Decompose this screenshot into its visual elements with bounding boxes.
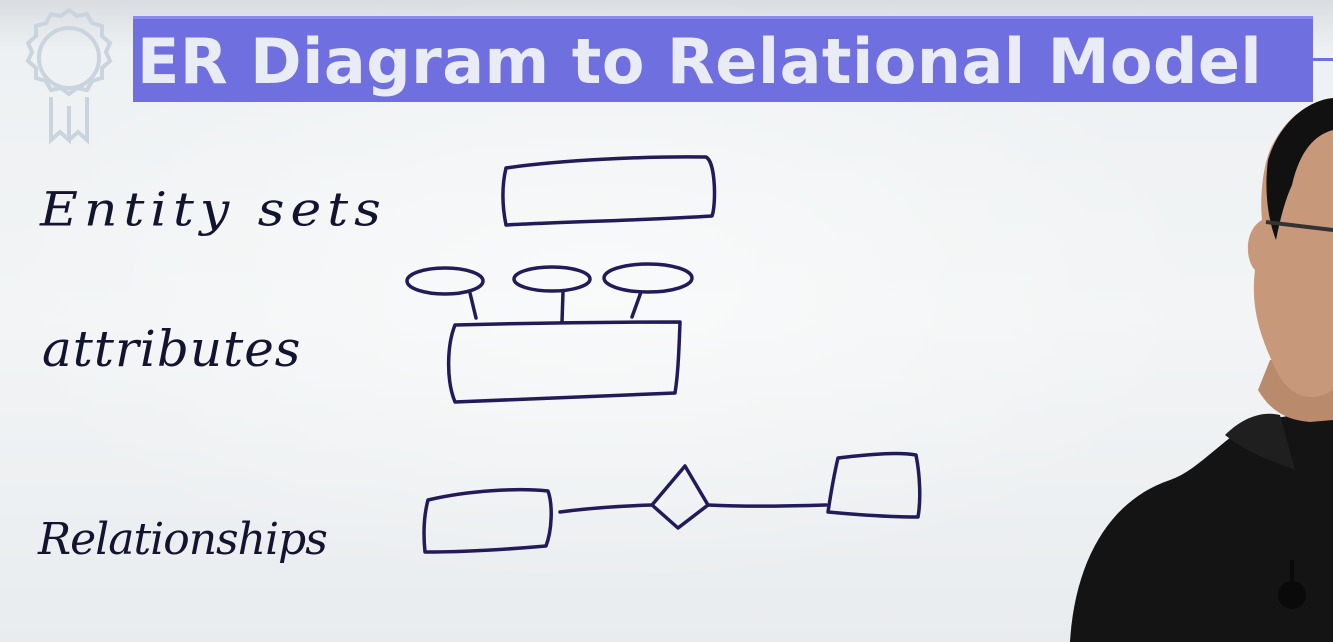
relationship-entity-left xyxy=(422,487,553,554)
attribute-oval-1 xyxy=(405,266,485,296)
attribute-link-3 xyxy=(630,290,643,319)
presenter xyxy=(1070,98,1333,642)
relationship-link-right xyxy=(706,503,828,508)
attribute-oval-3 xyxy=(602,262,694,294)
relationship-link-left xyxy=(558,503,654,514)
relationship-diamond xyxy=(650,464,710,530)
attribute-link-2 xyxy=(560,290,565,324)
attribute-entity-rectangle xyxy=(446,320,682,404)
attribute-oval-2 xyxy=(512,265,592,293)
attribute-link-1 xyxy=(468,291,478,320)
entity-rectangle xyxy=(501,155,717,227)
relationship-entity-right xyxy=(826,451,922,519)
video-frame: ER Diagram to Relational Model Entity se… xyxy=(0,0,1333,642)
